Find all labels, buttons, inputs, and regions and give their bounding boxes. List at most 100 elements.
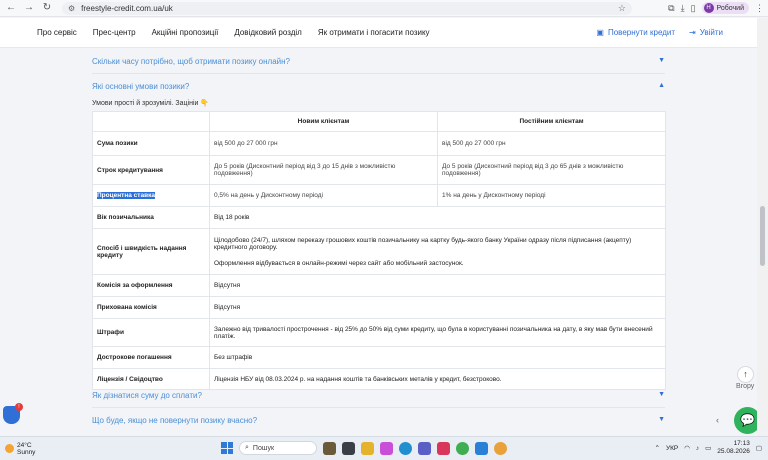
weather-temp: 24°C [17,441,32,449]
edge-icon[interactable] [399,441,412,455]
cell-both: Відсутня [209,274,666,297]
divider [92,73,665,74]
faq-item-time[interactable]: Скільки часу потрібно, щоб отримати пози… [92,57,665,66]
faq-question: Які основні умови позики? [92,82,190,91]
windows-start-icon[interactable] [221,442,233,454]
cell-new: До 5 років (Дисконтний період від 3 до 1… [209,155,438,185]
faq-item-sum[interactable]: Як дізнатися суму до сплати? ▼ [92,391,665,400]
row-label: Прихована комісія [92,296,210,319]
row-label: Вік позичальника [92,206,210,229]
faq-item-conditions[interactable]: Які основні умови позики? ▲ [92,82,665,91]
shield-icon[interactable]: ! [3,403,23,424]
nav-promo[interactable]: Акційні пропозиції [152,28,219,37]
cell-both: Цілодобово (24/7), шляхом переказу грошо… [209,228,666,275]
login-link[interactable]: ⇥ Увійти [689,28,723,37]
url-text: freestyle-credit.com.ua/uk [81,3,173,13]
chrome-icon[interactable] [494,441,507,455]
table-row: Дострокове погашення Без штрафів [92,346,666,369]
nav-help[interactable]: Довідковий розділ [234,28,302,37]
site-info-icon[interactable]: ⚙ [68,4,75,13]
copilot-icon[interactable] [380,441,393,455]
page-scrollbar[interactable] [757,18,768,436]
faq-answer-lead: Умови прості й зрозумілі. Зацініи 👇 [92,100,210,107]
chevron-left-icon[interactable]: ‹ [716,415,719,425]
arrow-up-icon: ↑ [743,369,748,379]
cell-both: Відсутня [209,296,666,319]
chevron-up-icon: ▲ [658,82,665,89]
divider [92,407,665,408]
return-credit-label: Повернути кредит [607,28,676,37]
login-icon: ⇥ [689,28,696,37]
battery-icon[interactable]: ▭ [705,444,711,452]
cell-regular: від 500 до 27 000 грн [437,131,666,156]
cell-both: Від 18 років [209,206,666,229]
row-label: Штрафи [92,318,210,347]
weather-widget[interactable]: 24°C Sunny [0,442,35,456]
table-header-row: Новим клієнтам Постійним клієнтам [92,111,666,132]
clock-date: 25.08.2026 [717,448,750,455]
taskbar: 24°C Sunny ⌕ Пошук ⌃ УКР ◠ ♪ ▭ 17:13 25.… [0,436,768,460]
forward-icon[interactable]: → [22,1,36,15]
table-row: Строк кредитування До 5 років (Дисконтни… [92,155,666,185]
clock-time: 17:13 [733,440,750,447]
faq-item-late[interactable]: Що буде, якщо не повернути позику вчасно… [92,416,665,425]
table-row: Сума позики від 500 до 27 000 грн від 50… [92,131,666,156]
bookmark-star-icon[interactable]: ☆ [618,3,626,14]
table-row: Ліцензія / Свідоцтво Ліцензія НБУ від 08… [92,368,666,390]
return-credit-link[interactable]: ▣ Повернути кредит [596,28,675,37]
nav-how-to[interactable]: Як отримати і погасити позику [318,28,430,37]
phone-app-icon[interactable] [456,441,469,455]
browser-toolbar: ← → ↻ ⚙ freestyle-credit.com.ua/uk ☆ ⧉ ⤓… [0,0,768,17]
download-icon[interactable]: ⤓ [681,3,685,14]
back-icon[interactable]: ← [4,1,18,15]
header-empty-cell [92,111,210,132]
address-bar[interactable]: ⚙ freestyle-credit.com.ua/uk ☆ [62,1,632,15]
table-row: Спосіб і швидкість надання кредиту Цілод… [92,228,666,275]
system-tray: ⌃ УКР ◠ ♪ ▭ 17:13 25.08.2026 ▢ [655,440,763,456]
login-label: Увійти [699,28,723,37]
teams-icon[interactable] [418,441,431,455]
reload-icon[interactable]: ↻ [40,1,54,15]
store-icon[interactable] [475,441,488,455]
profile-name: Робочий [716,4,744,12]
nav-about[interactable]: Про сервіс [37,28,77,37]
profile-button[interactable]: Н Робочий [701,2,749,14]
wallet-icon: ▣ [596,28,604,37]
notification-icon[interactable]: ▢ [756,444,762,452]
sun-icon [5,444,14,453]
sidebar-icon[interactable]: ▯ [691,3,696,14]
row-label: Дострокове погашення [92,346,210,369]
chat-icon: 💬 [740,413,755,427]
search-icon: ⌕ [245,444,249,451]
faq-question: Що буде, якщо не повернути позику вчасно… [92,416,258,425]
cell-new: від 500 до 27 000 грн [209,131,438,156]
chevron-up-icon[interactable]: ⌃ [655,444,660,452]
row-label: Ліцензія / Свідоцтво [92,368,210,390]
col-new-clients: Новим клієнтам [209,111,438,132]
task-view-icon[interactable] [342,441,355,455]
widget-app-icon[interactable] [323,441,336,455]
site-header: Про сервіс Прес-центр Акційні пропозиції… [0,18,757,48]
wifi-icon[interactable]: ◠ [684,444,690,452]
table-row: Комісія за оформлення Відсутня [92,274,666,297]
loan-terms-table: Новим клієнтам Постійним клієнтам Сума п… [92,111,666,390]
language-indicator[interactable]: УКР [666,445,678,452]
file-explorer-icon[interactable] [361,441,374,455]
cell-both: Ліцензія НБУ від 08.03.2024 р. на наданн… [209,368,666,390]
clock[interactable]: 17:13 25.08.2026 [717,440,750,456]
chevron-down-icon: ▼ [658,416,665,423]
table-row: Прихована комісія Відсутня [92,296,666,319]
scrollbar-thumb[interactable] [760,206,765,266]
menu-icon[interactable]: ⋮ [755,3,764,14]
extensions-icon[interactable]: ⧉ [668,3,674,14]
volume-icon[interactable]: ♪ [696,445,699,452]
nav-press[interactable]: Прес-центр [93,28,136,37]
selected-text: Процентна ставка [97,192,155,199]
row-label: Строк кредитування [92,155,210,185]
table-row: Штрафи Залежно від тривалості прострочен… [92,318,666,347]
row-label: Сума позики [92,131,210,156]
taskbar-search[interactable]: ⌕ Пошук [239,441,317,455]
scroll-to-top-button[interactable]: ↑ [737,366,754,383]
chevron-down-icon: ▼ [658,57,665,64]
app-icon[interactable] [437,441,450,455]
